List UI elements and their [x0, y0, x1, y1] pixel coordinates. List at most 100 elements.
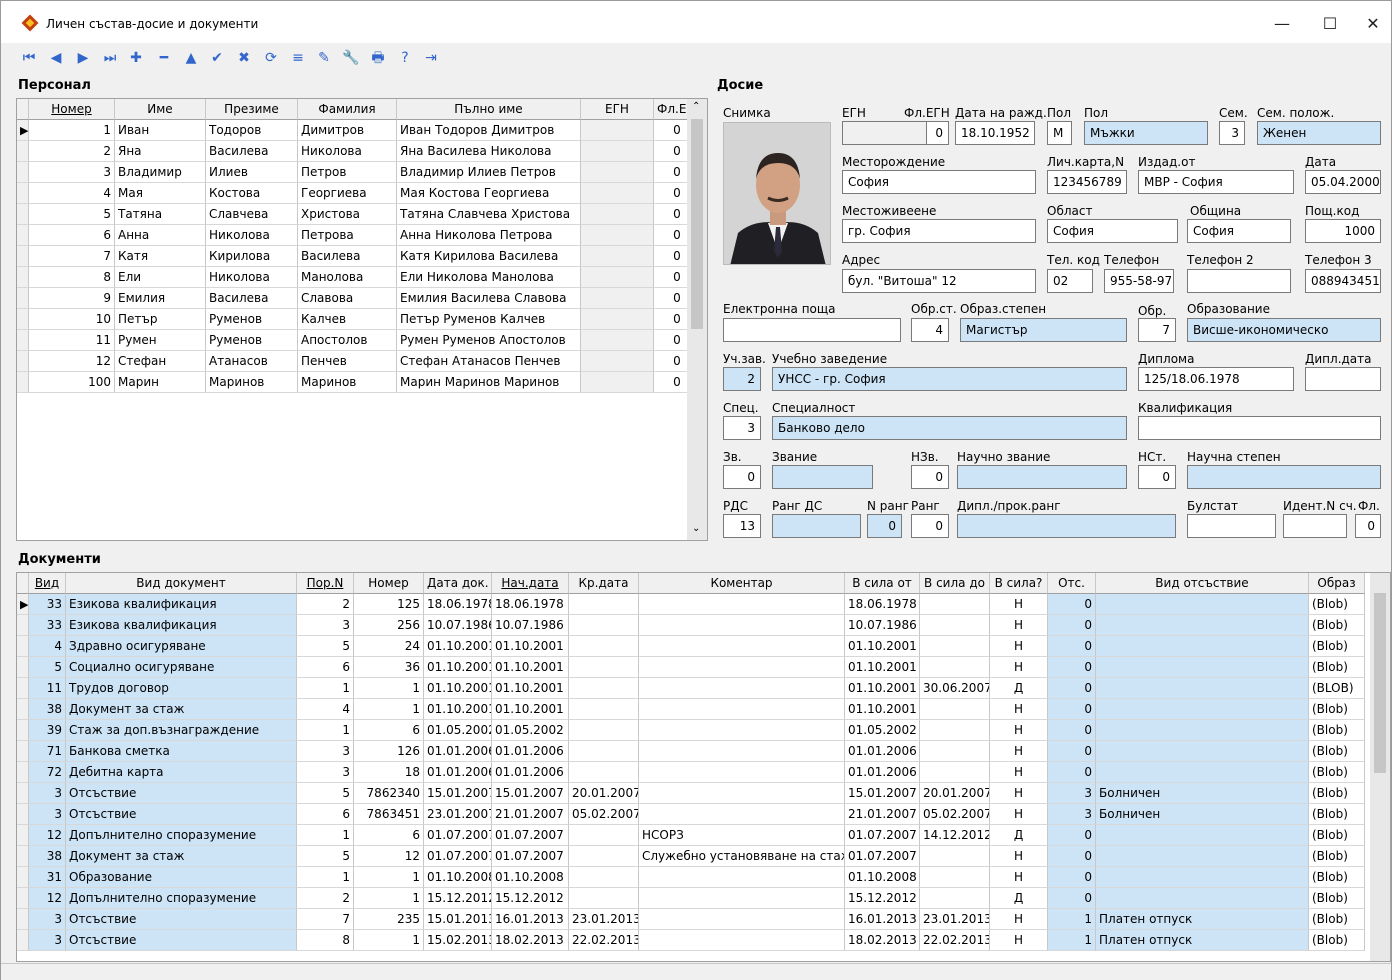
help-icon[interactable]: ? — [395, 48, 415, 68]
documents-cell[interactable]: (Blob) — [1309, 930, 1365, 951]
documents-cell[interactable]: 1 — [354, 678, 424, 699]
personnel-cell[interactable]: Марин — [115, 372, 206, 393]
documents-cell[interactable]: 22.02.2013 — [920, 930, 990, 951]
documents-header-cell[interactable]: Номер — [354, 573, 424, 594]
documents-header-cell[interactable]: В сила до — [920, 573, 990, 594]
field-edu-degree[interactable]: Магистър — [960, 318, 1127, 342]
documents-header-cell[interactable]: Вид — [29, 573, 66, 594]
documents-cell[interactable]: Д — [990, 825, 1048, 846]
personnel-cell[interactable]: Маринов — [206, 372, 298, 393]
documents-cell[interactable]: Здравно осигуряване — [66, 636, 297, 657]
documents-cell[interactable]: (Blob) — [1309, 615, 1365, 636]
field-birthdate[interactable]: 18.10.1952 — [955, 121, 1035, 145]
personnel-cell[interactable]: 4 — [29, 183, 115, 204]
documents-cell[interactable]: 15.12.2012 — [424, 888, 492, 909]
field-postcode[interactable]: 1000 — [1305, 219, 1381, 243]
print-icon[interactable]: 🖶 — [368, 48, 388, 68]
documents-cell[interactable]: 3 — [29, 804, 66, 825]
personnel-cell[interactable] — [581, 183, 654, 204]
documents-cell[interactable]: 01.07.2007 — [845, 846, 920, 867]
documents-cell[interactable]: 01.10.2001 — [492, 699, 569, 720]
field-education[interactable]: Висше-икономическо — [1187, 318, 1381, 342]
personnel-cell[interactable] — [581, 330, 654, 351]
documents-cell[interactable]: 01.01.2006 — [492, 741, 569, 762]
documents-cell[interactable] — [920, 867, 990, 888]
documents-cell[interactable]: 12 — [29, 888, 66, 909]
documents-cell[interactable] — [569, 699, 639, 720]
personnel-cell[interactable]: Иван Тодоров Димитров — [397, 120, 581, 141]
documents-cell[interactable]: 18.02.2013 — [845, 930, 920, 951]
personnel-cell[interactable]: Пенчев — [298, 351, 397, 372]
documents-cell[interactable]: Д — [990, 888, 1048, 909]
field-rank-n[interactable]: 0 — [867, 514, 902, 538]
field-sci-title[interactable] — [957, 465, 1127, 489]
personnel-cell[interactable] — [581, 225, 654, 246]
documents-cell[interactable]: 22.02.2013 — [569, 930, 639, 951]
personnel-cell[interactable]: Анна — [115, 225, 206, 246]
documents-cell[interactable]: Стаж за доп.възнаграждение — [66, 720, 297, 741]
documents-cell[interactable]: 16.01.2013 — [845, 909, 920, 930]
personnel-cell[interactable]: 6 — [29, 225, 115, 246]
documents-header-cell[interactable]: Нач.дата — [492, 573, 569, 594]
personnel-cell[interactable]: Николова — [298, 141, 397, 162]
field-diploma-date[interactable] — [1305, 367, 1381, 391]
field-rank-code[interactable]: 0 — [723, 465, 761, 489]
personnel-cell[interactable]: Емилия Василева Славова — [397, 288, 581, 309]
documents-cell[interactable]: 24 — [354, 636, 424, 657]
documents-cell[interactable] — [920, 657, 990, 678]
personnel-cell[interactable]: Яна — [115, 141, 206, 162]
documents-cell[interactable]: (BLOB) — [1309, 678, 1365, 699]
personnel-cell[interactable]: Анна Николова Петрова — [397, 225, 581, 246]
documents-cell[interactable]: 01.07.2007 — [845, 825, 920, 846]
personnel-header-cell[interactable]: Фамилия — [298, 99, 397, 120]
documents-cell[interactable] — [639, 636, 845, 657]
documents-cell[interactable]: Отсъствие — [66, 804, 297, 825]
documents-cell[interactable]: 15.01.2007 — [492, 783, 569, 804]
documents-cell[interactable] — [639, 594, 845, 615]
documents-cell[interactable]: 01.07.2007 — [424, 846, 492, 867]
documents-scrollbar[interactable] — [1370, 573, 1390, 961]
documents-cell[interactable]: (Blob) — [1309, 762, 1365, 783]
documents-cell[interactable]: Н — [990, 720, 1048, 741]
documents-cell[interactable]: Н — [990, 594, 1048, 615]
documents-cell[interactable] — [569, 678, 639, 699]
documents-cell[interactable]: 05.02.2007 — [569, 804, 639, 825]
documents-cell[interactable]: 3 — [297, 741, 354, 762]
delete-icon[interactable]: ━ — [154, 48, 174, 68]
documents-cell[interactable]: 7862340 — [354, 783, 424, 804]
personnel-cell[interactable]: Катя Кирилова Василева — [397, 246, 581, 267]
personnel-cell[interactable]: 3 — [29, 162, 115, 183]
documents-cell[interactable]: Отсъствие — [66, 783, 297, 804]
maximize-button[interactable]: ☐ — [1310, 9, 1350, 39]
documents-cell[interactable]: 1 — [354, 930, 424, 951]
documents-cell[interactable] — [920, 888, 990, 909]
personnel-header-cell[interactable]: Пълно име — [397, 99, 581, 120]
personnel-cell[interactable]: Яна Василева Николова — [397, 141, 581, 162]
documents-cell[interactable]: 01.01.2006 — [424, 741, 492, 762]
documents-header-cell[interactable]: Кр.дата — [569, 573, 639, 594]
documents-cell[interactable]: 0 — [1048, 657, 1096, 678]
personnel-cell[interactable]: Петър — [115, 309, 206, 330]
documents-cell[interactable]: Документ за стаж — [66, 699, 297, 720]
documents-cell[interactable]: 01.01.2006 — [845, 741, 920, 762]
personnel-cell[interactable]: Руменов — [206, 330, 298, 351]
documents-cell[interactable]: 1 — [297, 720, 354, 741]
personnel-cell[interactable]: Манолова — [298, 267, 397, 288]
documents-cell[interactable]: 72 — [29, 762, 66, 783]
documents-grid[interactable]: Вид Вид документ Пор.N Номер Дата док. Нач.да… — [16, 572, 1391, 962]
documents-cell[interactable]: 3 — [1048, 783, 1096, 804]
documents-cell[interactable] — [639, 720, 845, 741]
documents-cell[interactable]: 3 — [29, 783, 66, 804]
documents-cell[interactable] — [639, 867, 845, 888]
field-phone2[interactable] — [1187, 269, 1291, 293]
documents-cell[interactable]: 18.06.1978 — [492, 594, 569, 615]
documents-cell[interactable]: Отсъствие — [66, 930, 297, 951]
personnel-cell[interactable] — [581, 372, 654, 393]
personnel-cell[interactable]: Ели Николова Манолова — [397, 267, 581, 288]
documents-cell[interactable] — [920, 615, 990, 636]
documents-cell[interactable]: 1 — [354, 699, 424, 720]
close-button[interactable]: ✕ — [1353, 9, 1392, 39]
field-rds[interactable]: 13 — [723, 514, 761, 538]
documents-cell[interactable]: 36 — [354, 657, 424, 678]
insert-icon[interactable]: ✚ — [126, 48, 146, 68]
